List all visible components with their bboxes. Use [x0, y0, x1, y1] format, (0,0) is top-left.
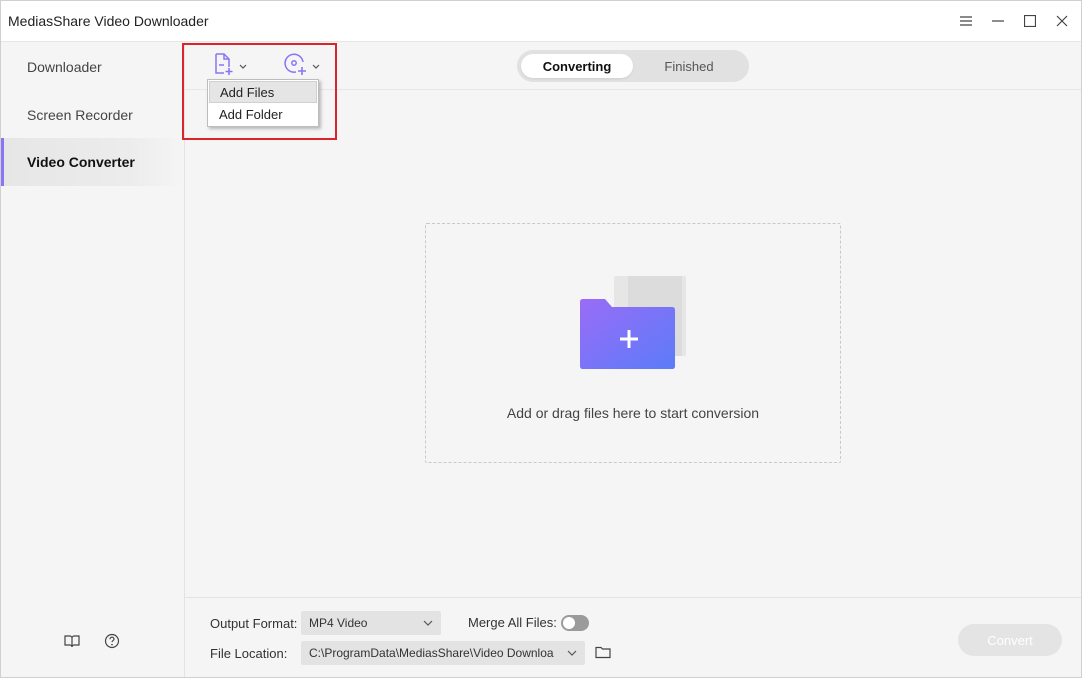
main-panel: Converting Finished Add or drag files he… [185, 42, 1081, 677]
toolbar: Converting Finished [185, 42, 1081, 90]
sidebar-item-label: Video Converter [27, 154, 135, 170]
add-folder-icon [578, 274, 688, 374]
menu-icon[interactable] [955, 10, 977, 32]
convert-button[interactable]: Convert [958, 624, 1062, 656]
bottom-bar: Output Format: MP4 Video Merge All Files… [185, 597, 1081, 677]
app-window: MediasShare Video Downloader Downloader … [0, 0, 1082, 678]
help-icon[interactable] [102, 631, 122, 651]
add-disc-icon [284, 52, 308, 81]
minimize-icon[interactable] [987, 10, 1009, 32]
merge-label: Merge All Files: [468, 615, 557, 630]
sidebar: Downloader Screen Recorder Video Convert… [1, 42, 185, 677]
toggle-knob [563, 617, 575, 629]
drop-zone[interactable]: Add or drag files here to start conversi… [425, 223, 841, 463]
chevron-down-icon [312, 57, 320, 75]
book-icon[interactable] [62, 631, 82, 651]
chevron-down-icon [239, 57, 247, 75]
sidebar-item-label: Downloader [27, 59, 102, 75]
sidebar-item-label: Screen Recorder [27, 107, 133, 123]
folder-icon[interactable] [595, 645, 611, 664]
menu-item-add-files[interactable]: Add Files [209, 81, 317, 103]
sidebar-item-video-converter[interactable]: Video Converter [1, 138, 184, 186]
menu-item-add-folder[interactable]: Add Folder [209, 103, 317, 125]
file-location-select[interactable]: C:\ProgramData\MediasShare\Video Downloa [301, 641, 585, 665]
output-format-value: MP4 Video [309, 616, 368, 630]
output-format-select[interactable]: MP4 Video [301, 611, 441, 635]
add-file-icon [213, 52, 235, 81]
tab-converting[interactable]: Converting [521, 54, 633, 78]
add-disc-button[interactable] [284, 52, 320, 80]
chevron-down-icon [423, 616, 433, 633]
output-format-label: Output Format: [210, 616, 298, 631]
chevron-down-icon [567, 646, 577, 663]
merge-toggle[interactable] [561, 615, 589, 631]
sidebar-item-screen-recorder[interactable]: Screen Recorder [1, 91, 184, 139]
title-bar: MediasShare Video Downloader [1, 1, 1081, 42]
close-icon[interactable] [1051, 10, 1073, 32]
tab-finished[interactable]: Finished [633, 54, 745, 78]
drop-zone-text: Add or drag files here to start conversi… [506, 405, 760, 421]
file-location-label: File Location: [210, 646, 288, 661]
file-location-value: C:\ProgramData\MediasShare\Video Downloa [309, 646, 554, 660]
maximize-icon[interactable] [1019, 10, 1041, 32]
add-files-dropdown: Add Files Add Folder [207, 79, 319, 127]
status-tabs: Converting Finished [517, 50, 749, 82]
add-file-button[interactable] [213, 52, 247, 80]
sidebar-item-downloader[interactable]: Downloader [1, 43, 184, 91]
app-title: MediasShare Video Downloader [8, 13, 209, 29]
